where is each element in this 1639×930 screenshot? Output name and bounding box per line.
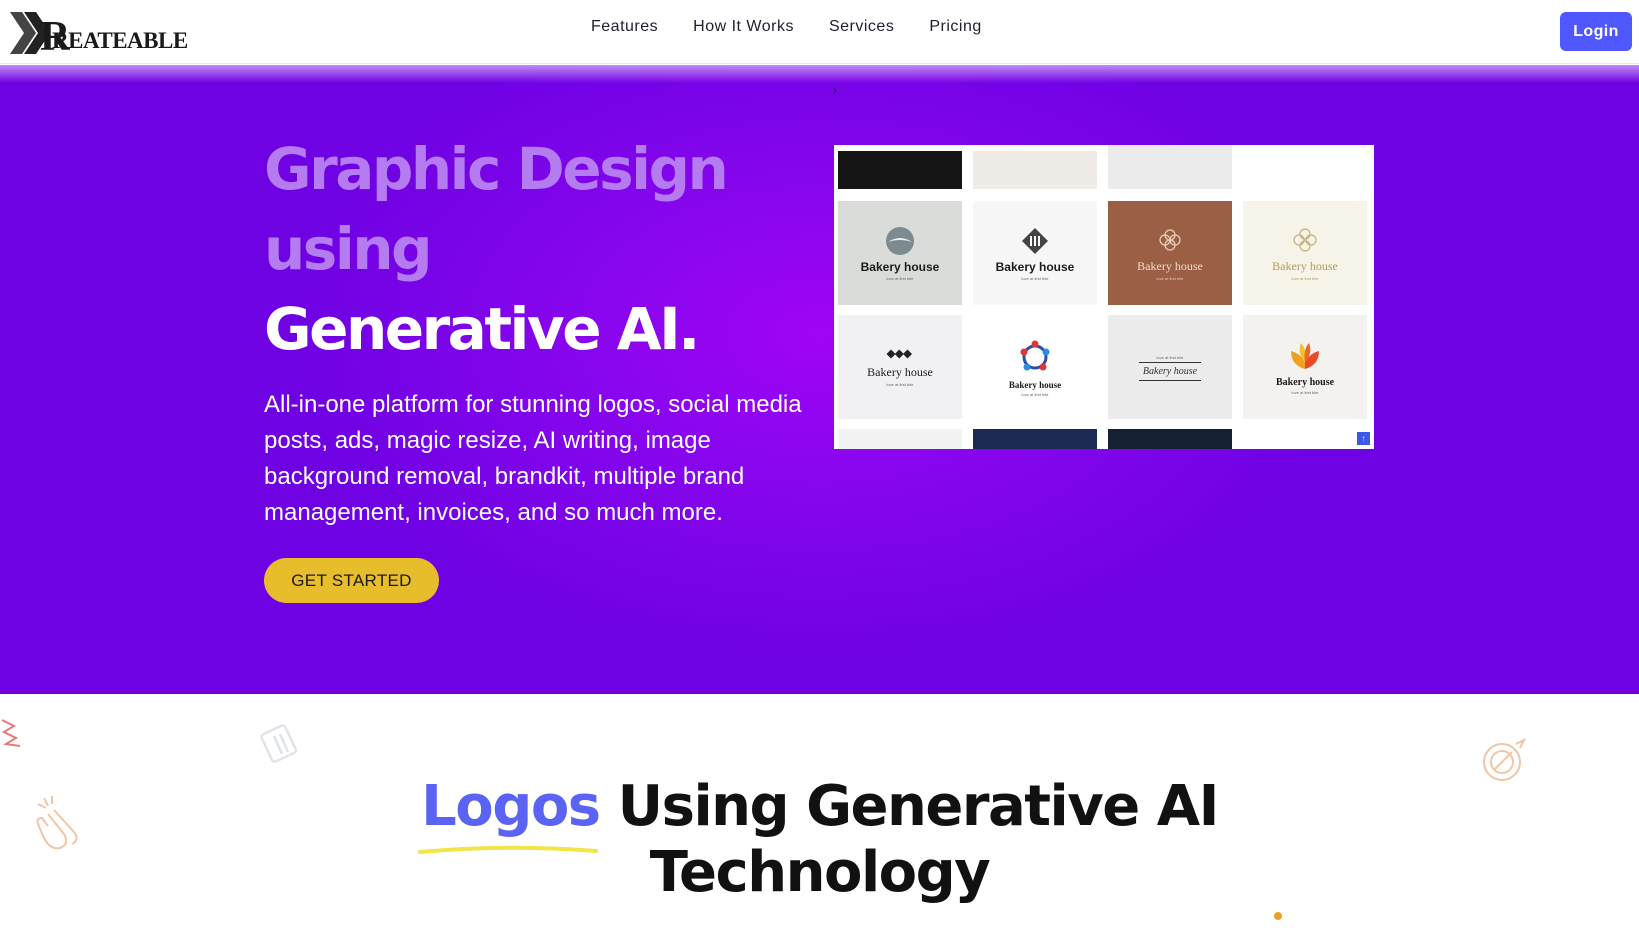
tile-tagline: love at first bite	[1156, 276, 1184, 281]
logo-tile[interactable]: Bakery house love at first bite	[1243, 315, 1367, 419]
hero-title-line3: Generative AI.	[264, 295, 700, 363]
tile-tagline: love at first bite	[886, 382, 914, 387]
main-nav: Features How It Works Services Pricing	[591, 18, 982, 36]
logo-tile[interactable]: Bakery house love at first bite	[838, 201, 962, 305]
logo-tile[interactable]: Bakery house love at first bite	[1108, 201, 1232, 305]
logo-text: REATEABLE	[52, 28, 188, 53]
nav-how-it-works[interactable]: How It Works	[693, 18, 794, 36]
diamond-emblem-icon	[1022, 227, 1048, 254]
tile-brand: Bakery house	[867, 365, 933, 379]
title-rest: Using Generative AI	[599, 774, 1220, 839]
cursor-marker: ›	[833, 83, 837, 97]
scroll-up-icon[interactable]: ↑	[1357, 432, 1370, 445]
tile-tagline: love at first bite	[886, 275, 914, 281]
flower-emblem-icon	[1159, 229, 1181, 251]
logo-preview-grid: Bakery house love at first bite Bakery h…	[834, 145, 1374, 449]
floral-emblem-icon	[1293, 228, 1317, 252]
preview-tile-top-4	[1243, 145, 1367, 189]
highlight-underline	[418, 845, 598, 854]
title-line2: Technology	[649, 840, 991, 905]
tile-tagline: love at first bite	[1291, 276, 1319, 281]
title-highlight: Logos	[421, 774, 601, 839]
logo-tile[interactable]: Bakery house love at first bite	[973, 201, 1097, 305]
nav-features[interactable]: Features	[591, 18, 658, 36]
hero-title: Graphic Design using Generative AI.	[264, 129, 824, 369]
hero-title-line1: Graphic Design	[264, 135, 729, 203]
wave-emblem-icon	[886, 226, 914, 255]
hero-title-line2: using	[264, 215, 433, 283]
tile-brand: Bakery house	[1137, 259, 1203, 273]
tile-tagline: love at first bite	[1291, 390, 1319, 395]
logo-tile[interactable]: Bakery house love at first bite	[973, 315, 1097, 419]
tile-brand: Bakery house	[1272, 259, 1338, 273]
brand-logo[interactable]: R REATEABLE	[10, 12, 188, 54]
logo-tile[interactable]: love at first bite Bakery house	[1108, 315, 1232, 419]
hero-description: All-in-one platform for stunning logos, …	[264, 391, 802, 526]
tile-brand: Bakery house	[995, 259, 1075, 274]
nav-pricing[interactable]: Pricing	[929, 18, 981, 36]
preview-tile-top-3	[1108, 145, 1232, 189]
tile-brand: Bakery house	[1138, 362, 1202, 381]
login-button[interactable]: Login	[1560, 12, 1632, 51]
zigzag-deco-icon	[1, 719, 21, 747]
tile-tagline-top: love at first bite	[1156, 355, 1184, 360]
tile-brand: Bakery house	[860, 259, 940, 274]
nav-services[interactable]: Services	[829, 18, 894, 36]
diamond-chain-icon	[886, 349, 912, 359]
tile-tagline: love at first bite	[1021, 275, 1049, 281]
preview-tile-top-1	[838, 151, 962, 189]
pencil-deco-icon	[260, 724, 298, 763]
logos-section-title: Logos Using Generative AI Technology	[0, 774, 1639, 906]
get-started-button[interactable]: GET STARTED	[264, 558, 439, 603]
preview-tile-bottom-2	[973, 429, 1097, 449]
orange-dot	[1274, 912, 1282, 920]
preview-tile-top-2	[973, 151, 1097, 189]
people-ring-icon	[1020, 340, 1050, 370]
tile-brand: Bakery house	[1008, 379, 1062, 390]
site-header: R REATEABLE Features How It Works Servic…	[0, 0, 1639, 64]
hero-section: › Graphic Design using Generative AI. Al…	[0, 65, 1639, 694]
preview-tile-bottom-3	[1108, 429, 1232, 449]
logo-tile[interactable]: Bakery house love at first bite	[838, 315, 962, 419]
tile-brand: Bakery house	[1275, 377, 1335, 388]
tile-tagline: love at first bite	[1021, 391, 1049, 397]
logos-section: Logos Using Generative AI Technology	[0, 694, 1639, 930]
lotus-emblem-icon	[1291, 343, 1319, 369]
preview-tile-bottom-1	[838, 429, 962, 449]
logo-tile[interactable]: Bakery house love at first bite	[1243, 201, 1367, 305]
